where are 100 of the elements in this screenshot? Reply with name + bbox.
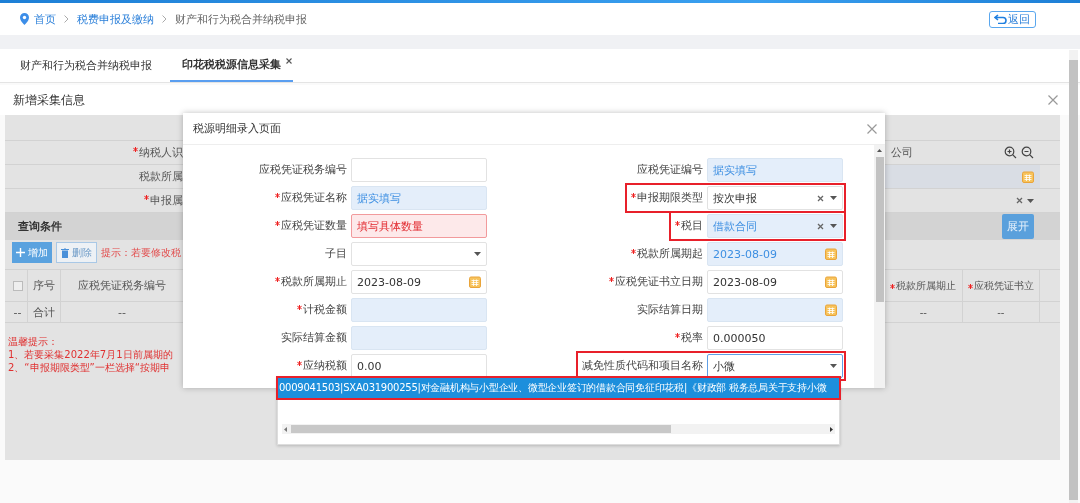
dropdown-option[interactable]: 0009041503|SXA031900255|对金融机构与小型企业、微型企业签订的借款合同免征印花税|《财政部 税务总局关于支持小微 <box>278 378 839 398</box>
required-icon <box>967 284 973 289</box>
calendar-icon[interactable] <box>825 304 837 316</box>
back-button[interactable]: 返回 <box>989 10 1036 28</box>
scroll-right-icon[interactable] <box>830 426 833 432</box>
breadcrumb-item: 财产和行为税合并纳税申报 <box>175 11 307 27</box>
field-label: 计税金额 <box>297 303 347 317</box>
section-title: 查询条件 <box>17 219 62 234</box>
table-cell: -- <box>962 302 1040 322</box>
warning-note: 1、若要采集2022年7月1日前属期的 <box>8 348 173 361</box>
chevron-right-icon <box>64 15 69 23</box>
required-icon <box>890 284 896 289</box>
form-label: 纳税人识 <box>133 145 183 160</box>
column-header: 序号 <box>28 270 61 301</box>
caret-icon <box>830 224 837 228</box>
input-field[interactable]: 据实填写 <box>351 186 487 210</box>
required-icon <box>133 147 138 152</box>
field-label: 应税凭证税务编号 <box>259 163 347 177</box>
date-field[interactable]: 2023-08-09 <box>351 270 487 294</box>
field-label: 应税凭证编号 <box>637 163 703 177</box>
select-field[interactable] <box>351 242 487 266</box>
select-field[interactable]: 借款合同 <box>707 214 843 238</box>
required-icon <box>631 193 636 198</box>
date-field[interactable]: 2023-08-09 <box>707 270 843 294</box>
clear-icon[interactable] <box>817 194 824 202</box>
scrollbar[interactable] <box>282 424 835 434</box>
column-header: 应税凭证税务编号 <box>77 278 167 294</box>
required-icon <box>275 193 280 198</box>
field-value: 公司 <box>891 145 914 160</box>
field-label: 税款所属期止 <box>275 275 347 289</box>
caret-icon <box>830 196 837 200</box>
select-field[interactable]: 按次申报 <box>707 186 843 210</box>
location-pin-icon <box>20 13 29 25</box>
breadcrumb-item[interactable]: 首页 <box>34 11 56 27</box>
table-cell: -- <box>8 302 28 322</box>
panel-title: 新增采集信息 <box>13 91 85 109</box>
date-field[interactable] <box>707 298 843 322</box>
scrollbar[interactable] <box>874 145 885 388</box>
expand-button[interactable]: 展开 <box>1002 214 1034 239</box>
date-field[interactable]: 2023-08-09 <box>707 242 843 266</box>
table-cell: 合计 <box>28 302 61 322</box>
field-label: 子目 <box>325 247 347 261</box>
field-label: 应税凭证数量 <box>275 219 347 233</box>
required-icon <box>675 333 680 338</box>
input-field[interactable]: 填写具体数量 <box>351 214 487 238</box>
field-label: 税款所属期起 <box>631 247 703 261</box>
field-label: 税率 <box>675 331 703 345</box>
caret-icon <box>474 252 481 256</box>
dialog-title: 税源明细录入页面 <box>193 121 281 136</box>
field-label: 应纳税额 <box>297 359 347 373</box>
breadcrumb-item[interactable]: 税费申报及缴纳 <box>77 11 154 27</box>
form-label: 申报属 <box>144 193 183 208</box>
field-label: 实际结算日期 <box>637 303 703 317</box>
tab[interactable]: 财产和行为税合并纳税申报 <box>8 49 164 82</box>
input-field[interactable]: 据实填写 <box>707 158 843 182</box>
required-icon <box>275 221 280 226</box>
table-cell-text: -- <box>117 304 127 321</box>
calendar-icon[interactable] <box>1022 170 1034 183</box>
scroll-left-icon[interactable] <box>284 426 287 432</box>
warning-note: 温馨提示： <box>8 335 58 348</box>
input-field[interactable]: 0.00 <box>351 354 487 378</box>
zoom-out-icon[interactable] <box>1021 146 1034 159</box>
required-icon <box>631 249 636 254</box>
field-label: 减免性质代码和项目名称 <box>582 359 703 373</box>
chevron-right-icon <box>162 15 167 23</box>
tab[interactable]: 印花税税源信息采集 <box>170 49 293 82</box>
field-label: 实际结算金额 <box>281 331 347 345</box>
input-field[interactable] <box>351 326 487 350</box>
calendar-icon[interactable] <box>825 276 837 288</box>
add-button[interactable]: 增加 <box>12 242 52 263</box>
required-icon <box>297 305 302 310</box>
zoom-in-icon[interactable] <box>1004 146 1017 159</box>
required-icon <box>609 277 614 282</box>
checkbox[interactable] <box>12 280 23 291</box>
calendar-icon[interactable] <box>469 276 481 288</box>
delete-button[interactable]: 删除 <box>56 242 97 263</box>
required-icon <box>144 195 149 200</box>
input-field[interactable] <box>351 298 487 322</box>
field-label: 申报期限类型 <box>631 191 703 205</box>
calendar-icon[interactable] <box>825 248 837 260</box>
required-icon <box>275 277 280 282</box>
scroll-up-icon[interactable] <box>877 149 882 152</box>
input-field[interactable] <box>351 158 487 182</box>
select-field[interactable]: 小微 <box>707 354 843 378</box>
scrollbar[interactable] <box>1069 50 1078 503</box>
column-header: 应税凭证书立 <box>962 270 1040 301</box>
close-icon[interactable] <box>286 58 292 64</box>
return-arrow-icon <box>994 14 1007 24</box>
clear-icon[interactable] <box>1016 197 1023 204</box>
field-label: 应税凭证名称 <box>275 191 347 205</box>
field-label: 应税凭证书立日期 <box>609 275 703 289</box>
field-label: 税目 <box>675 219 703 233</box>
required-icon <box>297 361 302 366</box>
form-label: 税款所属 <box>139 169 183 184</box>
caret-icon <box>1027 198 1034 203</box>
hint-text: 提示：若要修改税 <box>101 245 181 260</box>
required-icon <box>675 221 680 226</box>
warning-note: 2、“申报期限类型”一栏选择“按期申 <box>8 361 170 374</box>
input-field[interactable]: 0.000050 <box>707 326 843 350</box>
clear-icon[interactable] <box>817 222 824 230</box>
